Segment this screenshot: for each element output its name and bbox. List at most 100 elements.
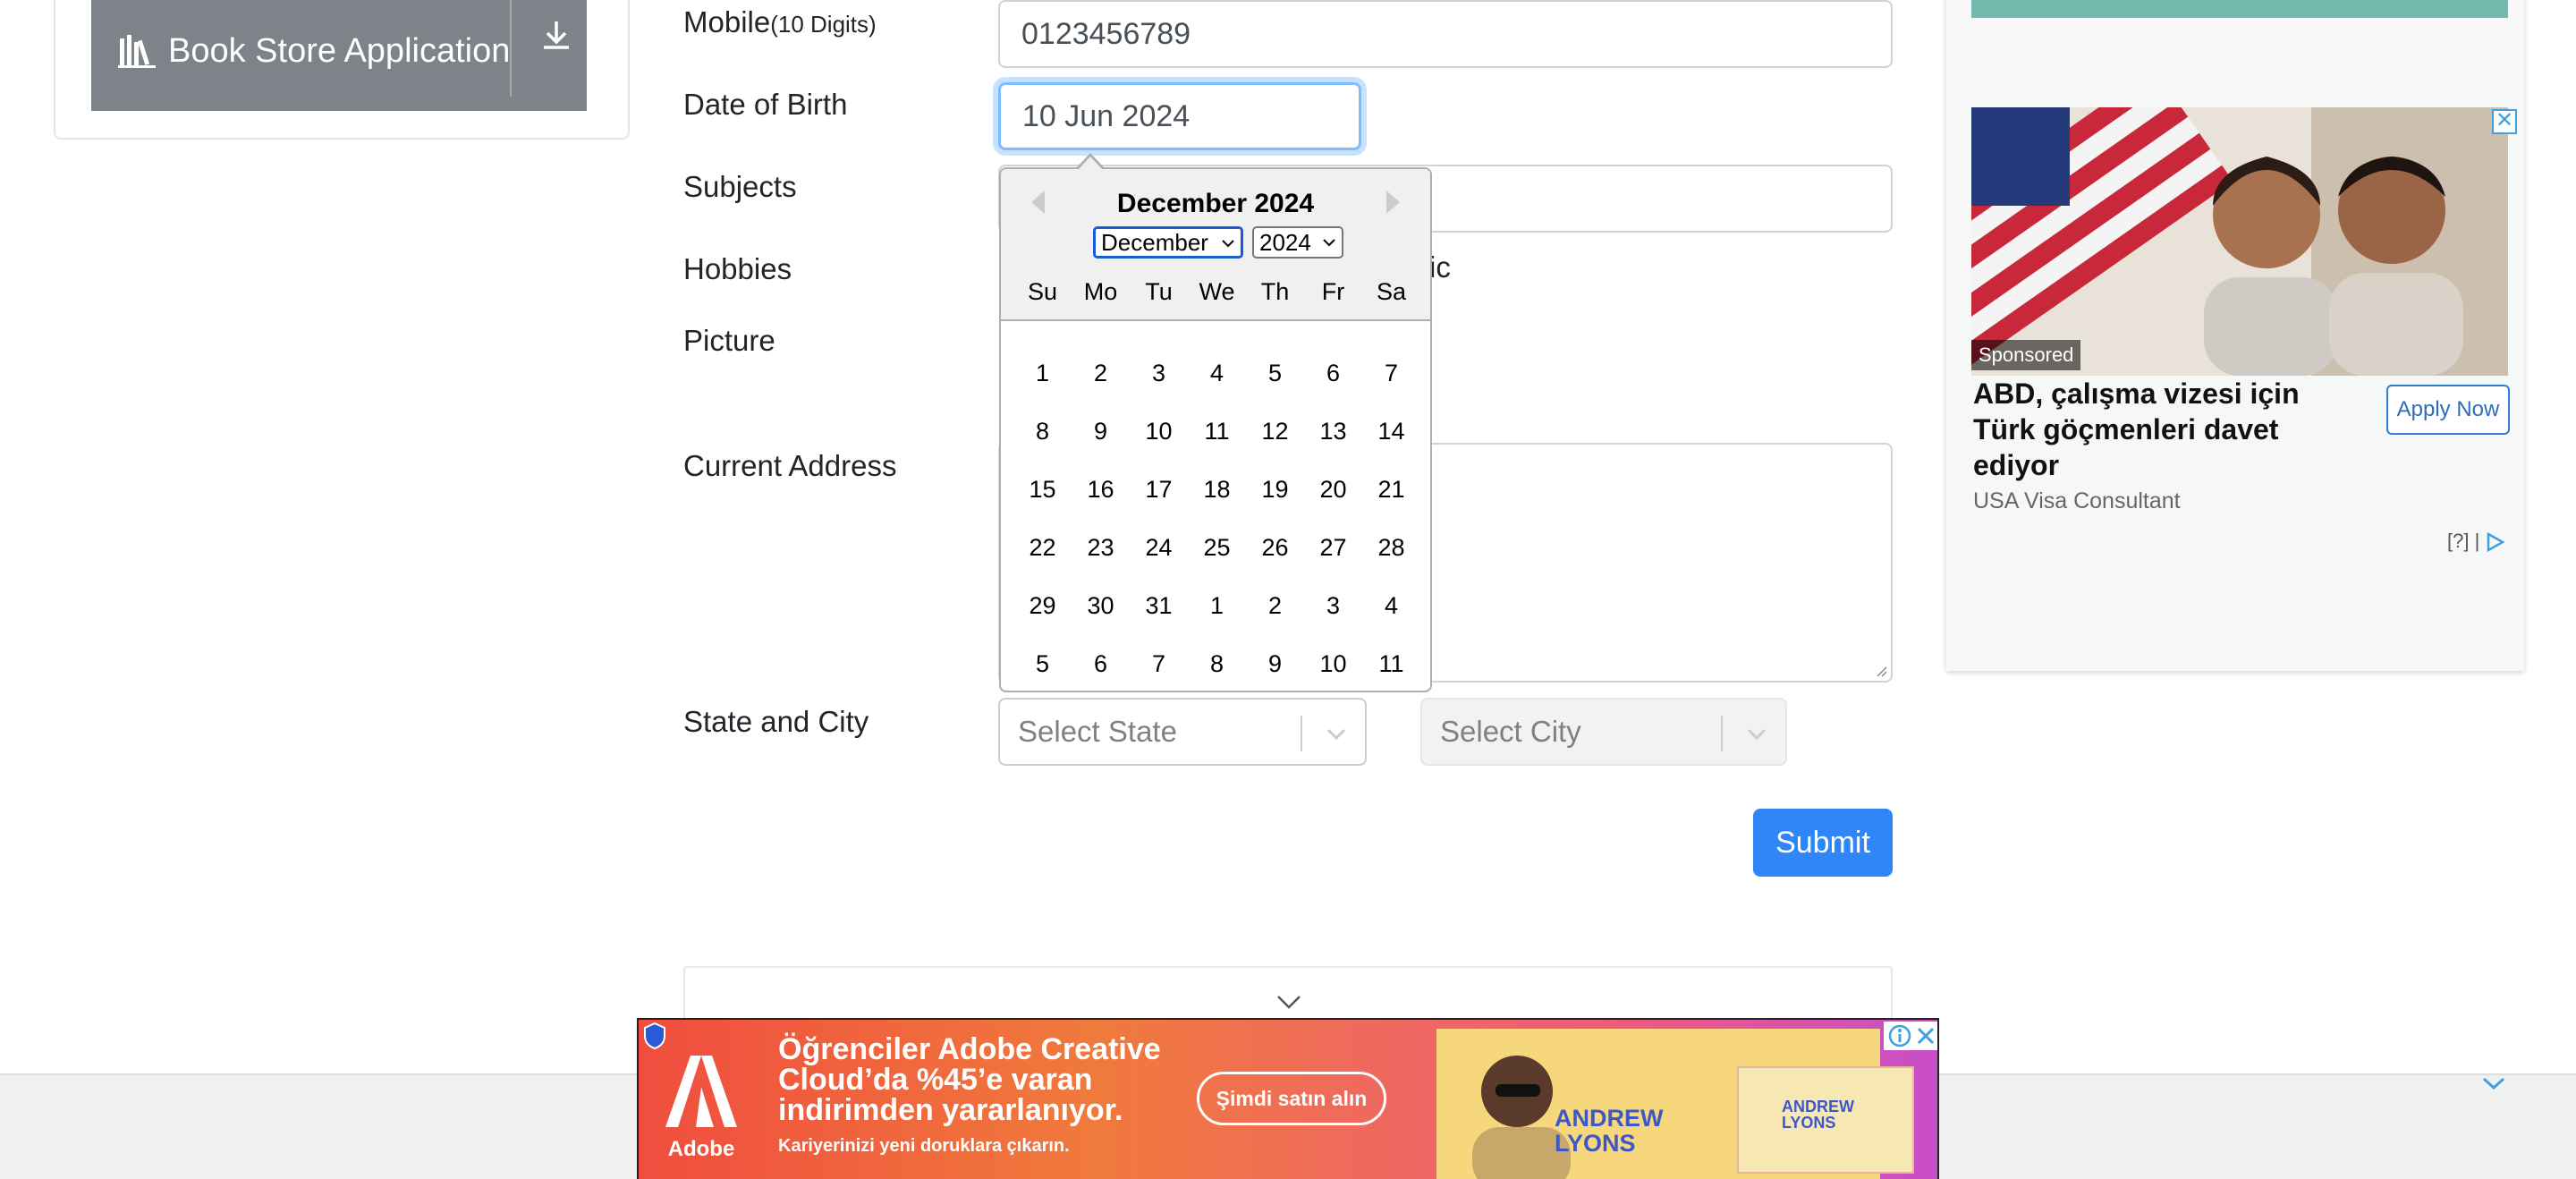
day-cell[interactable]: 5 (1013, 650, 1072, 678)
day-cell[interactable]: 13 (1304, 418, 1362, 445)
day-cell[interactable]: 3 (1130, 360, 1188, 387)
day-cell[interactable]: 4 (1362, 592, 1420, 620)
sidebar-item-label: Book Store Application (168, 31, 511, 70)
ad-info-link[interactable]: [?] | (2447, 530, 2506, 553)
day-cell[interactable]: 16 (1072, 476, 1130, 504)
day-cell[interactable]: 26 (1246, 534, 1304, 562)
year-select-value: 2024 (1259, 228, 1311, 256)
day-cell[interactable]: 9 (1072, 418, 1130, 445)
weekday-label: Sa (1376, 278, 1407, 305)
day-cell[interactable]: 22 (1013, 534, 1072, 562)
day-cell[interactable]: 11 (1362, 650, 1420, 678)
day-cell[interactable]: 10 (1130, 418, 1188, 445)
day-cell[interactable]: 27 (1304, 534, 1362, 562)
banner-ad[interactable]: Adobe Öğrenciler Adobe Creative Cloud’da… (637, 1018, 1939, 1179)
day-cell[interactable]: 28 (1362, 534, 1420, 562)
picture-label: Picture (683, 324, 775, 357)
day-cell[interactable]: 15 (1013, 476, 1072, 504)
hobbies-label: Hobbies (683, 252, 792, 285)
day-cell[interactable]: 7 (1362, 360, 1420, 387)
submit-button[interactable]: Submit (1753, 809, 1893, 877)
day-cell[interactable]: 2 (1246, 592, 1304, 620)
chevron-down-icon[interactable] (2481, 1075, 2506, 1093)
datepicker-day-grid: 1 2 3 4 5 6 7 8 9 10 11 12 13 14 15 16 1… (1013, 344, 1421, 691)
day-cell[interactable]: 3 (1304, 592, 1362, 620)
day-cell[interactable]: 21 (1362, 476, 1420, 504)
adchoices-icon[interactable] (2485, 531, 2506, 553)
year-select[interactable]: 2024 (1252, 226, 1343, 259)
ad-source: USA Visa Consultant (1973, 488, 2181, 513)
banner-person-name: ANDREW LYONS (1555, 1105, 1664, 1157)
day-cell[interactable]: 20 (1304, 476, 1362, 504)
info-icon[interactable] (1887, 1023, 1912, 1048)
privacy-shield-icon[interactable] (642, 1022, 667, 1050)
ad-headline[interactable]: ABD, çalışma vizesi için Türk göçmenleri… (1973, 376, 2367, 483)
month-select[interactable]: December (1093, 226, 1243, 259)
day-cell[interactable]: 4 (1188, 360, 1246, 387)
day-cell[interactable]: 6 (1072, 650, 1130, 678)
weekday-label: Tu (1145, 278, 1173, 305)
day-cell[interactable]: 8 (1188, 650, 1246, 678)
mobile-label: Mobile(10 Digits) (683, 5, 877, 38)
chevron-down-icon[interactable] (1275, 991, 1302, 1013)
day-cell[interactable]: 7 (1130, 650, 1188, 678)
download-icon[interactable] (538, 18, 574, 54)
state-select-placeholder: Select State (1018, 715, 1177, 748)
banner-subline: Kariyerinizi yeni doruklara çıkarın. (778, 1136, 1070, 1156)
day-cell[interactable]: 23 (1072, 534, 1130, 562)
state-select[interactable]: Select State (998, 698, 1367, 766)
hobby-checkbox-label-partial[interactable]: ic (1429, 250, 1451, 284)
apply-now-button[interactable]: Apply Now (2386, 385, 2510, 435)
day-cell[interactable]: 19 (1246, 476, 1304, 504)
day-cell[interactable]: 11 (1188, 418, 1246, 445)
sponsored-ad[interactable]: ✕ Sponsored ABD, çalışma vizesi için Tür… (1946, 0, 2524, 671)
city-select-placeholder: Select City (1440, 715, 1581, 748)
day-cell[interactable]: 5 (1246, 360, 1304, 387)
divider (510, 0, 512, 97)
ad-image[interactable] (1971, 107, 2508, 376)
chevron-down-icon[interactable] (1744, 721, 1769, 746)
next-month-icon[interactable] (1386, 191, 1400, 214)
ad-info-box (1884, 1022, 1937, 1050)
day-cell[interactable]: 31 (1130, 592, 1188, 620)
chevron-down-icon[interactable] (1324, 721, 1349, 746)
buy-now-button[interactable]: Şimdi satın alın (1197, 1072, 1386, 1125)
day-cell[interactable]: 1 (1188, 592, 1246, 620)
city-select[interactable]: Select City (1420, 698, 1787, 766)
ad-top-strip (1971, 0, 2508, 18)
month-select-value: December (1101, 228, 1208, 256)
day-cell[interactable]: 25 (1188, 534, 1246, 562)
day-cell[interactable]: 6 (1304, 360, 1362, 387)
day-cell[interactable]: 30 (1072, 592, 1130, 620)
resize-grip-icon[interactable] (1873, 663, 1887, 677)
date-of-birth-input[interactable]: 10 Jun 2024 (998, 82, 1361, 150)
divider (1721, 716, 1723, 751)
day-cell[interactable]: 8 (1013, 418, 1072, 445)
day-cell[interactable]: 12 (1246, 418, 1304, 445)
close-icon[interactable] (1914, 1024, 1937, 1048)
day-cell[interactable]: 24 (1130, 534, 1188, 562)
chevron-down-icon (1323, 239, 1335, 247)
adobe-brand-text: Adobe (668, 1137, 735, 1161)
mobile-input[interactable]: 0123456789 (998, 0, 1893, 68)
weekday-label: Su (1027, 278, 1058, 305)
sidebar-item-book-store-application[interactable]: Book Store Application (91, 0, 587, 111)
datepicker-month-title: December 2024 (1116, 189, 1315, 218)
weekday-label: Th (1260, 278, 1290, 305)
weekday-label: We (1199, 278, 1235, 305)
day-cell[interactable]: 14 (1362, 418, 1420, 445)
banner-headline-line: indirimden yararlanıyor. (778, 1093, 1123, 1127)
day-cell[interactable]: 2 (1072, 360, 1130, 387)
close-icon[interactable]: ✕ (2492, 109, 2517, 134)
current-address-label: Current Address (683, 449, 897, 482)
day-cell[interactable]: 10 (1304, 650, 1362, 678)
sponsored-badge: Sponsored (1971, 340, 2081, 370)
dob-label: Date of Birth (683, 88, 848, 121)
weekday-label: Fr (1321, 278, 1345, 305)
books-icon (118, 35, 156, 68)
day-cell[interactable]: 1 (1013, 360, 1072, 387)
day-cell[interactable]: 29 (1013, 592, 1072, 620)
day-cell[interactable]: 9 (1246, 650, 1304, 678)
day-cell[interactable]: 17 (1130, 476, 1188, 504)
day-cell[interactable]: 18 (1188, 476, 1246, 504)
